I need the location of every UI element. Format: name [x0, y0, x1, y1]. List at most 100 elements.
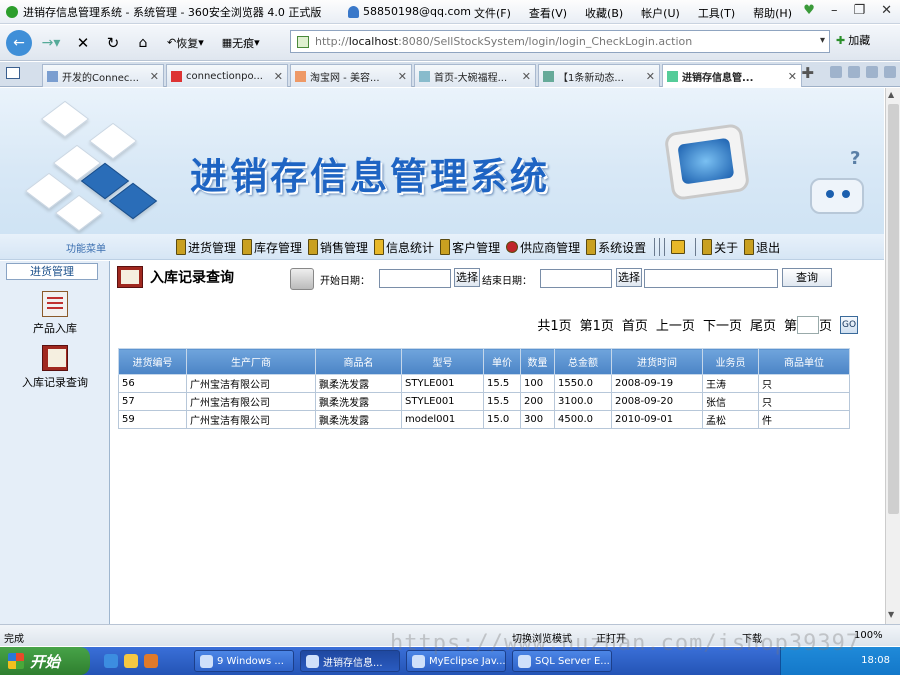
col-header[interactable]: 商品名: [315, 348, 402, 375]
page-scrollbar[interactable]: ▲ ▼: [885, 88, 900, 624]
table-row[interactable]: 57 广州宝洁有限公司 飘柔洗发露 STYLE001 15.5 200 3100…: [118, 392, 850, 411]
tab-close-icon[interactable]: ✕: [274, 70, 283, 83]
page-icon: [297, 35, 309, 48]
tab-5[interactable]: 【1条新动态... ✕: [538, 64, 660, 87]
zoom-level[interactable]: 100%: [854, 630, 883, 641]
toolbar-divider: [664, 238, 666, 256]
toolbar-exit-label: 退出: [756, 240, 781, 255]
scroll-down-icon[interactable]: ▼: [888, 610, 894, 619]
restore-icon[interactable]: ❐: [853, 3, 865, 18]
col-header[interactable]: 进货编号: [118, 348, 187, 375]
col-header[interactable]: 总金额: [554, 348, 612, 375]
tab-close-icon[interactable]: ✕: [522, 70, 531, 83]
toolbar-statistics[interactable]: 信息统计: [374, 237, 434, 257]
pager-last-link[interactable]: 尾页: [750, 315, 776, 334]
download-button[interactable]: 下载: [742, 630, 762, 645]
tab-close-all-icon[interactable]: [884, 66, 896, 78]
printer-icon[interactable]: [290, 268, 314, 290]
menu-favorites[interactable]: 收藏(B): [585, 5, 623, 21]
skin-icon[interactable]: ♥: [803, 3, 815, 18]
menu-view[interactable]: 查看(V): [529, 5, 567, 21]
pager-next-link[interactable]: 下一页: [703, 315, 742, 334]
tab-close-icon[interactable]: ✕: [398, 70, 407, 83]
pager-page-input[interactable]: [796, 315, 819, 334]
menu-tools[interactable]: 工具(T): [698, 5, 735, 21]
menu-help[interactable]: 帮助(H): [753, 5, 792, 21]
task-sqlserver[interactable]: SQL Server E...: [512, 650, 612, 672]
stop-button[interactable]: ✕: [70, 30, 96, 56]
sidebar-item-product-inbound[interactable]: 产品入库: [0, 291, 110, 336]
address-dropdown-icon[interactable]: ▾: [820, 35, 825, 46]
menu-account[interactable]: 帐户(U): [641, 5, 680, 21]
toolbar-edit[interactable]: [671, 237, 687, 257]
col-header[interactable]: 型号: [401, 348, 484, 375]
keyword-input[interactable]: [644, 269, 778, 288]
toolbar-purchase[interactable]: 进货管理: [176, 237, 236, 257]
tab-scroll-left-icon[interactable]: [830, 66, 842, 78]
menu-file[interactable]: 文件(F): [474, 5, 511, 21]
task-windows[interactable]: 9 Windows ...: [194, 650, 294, 672]
private-mode-button[interactable]: ▦ 无痕 ▾: [215, 30, 267, 56]
toolbar-divider: [695, 238, 697, 256]
ie-icon[interactable]: [104, 654, 118, 668]
scrollbar-thumb[interactable]: [888, 104, 899, 514]
task-browser[interactable]: 进销存信息...: [300, 650, 400, 672]
clock[interactable]: 18:08: [861, 655, 890, 666]
pager-first-link[interactable]: 首页: [622, 315, 648, 334]
col-header[interactable]: 单价: [483, 348, 521, 375]
toolbar-settings[interactable]: 系统设置: [586, 237, 646, 257]
sidebar-header[interactable]: 进货管理: [6, 263, 98, 280]
close-icon[interactable]: ✕: [881, 3, 892, 18]
minimize-icon[interactable]: –: [831, 3, 838, 18]
pager-prev-link[interactable]: 上一页: [656, 315, 695, 334]
tab-close-icon[interactable]: ✕: [646, 70, 655, 83]
toolbar-sales[interactable]: 销售管理: [308, 237, 368, 257]
col-header[interactable]: 生产厂商: [186, 348, 316, 375]
query-button[interactable]: 查询: [782, 268, 832, 287]
sidebar-item-inbound-query[interactable]: 入库记录查询: [0, 345, 110, 390]
table-row[interactable]: 56 广州宝洁有限公司 飘柔洗发露 STYLE001 15.5 100 1550…: [118, 374, 850, 393]
scroll-up-icon[interactable]: ▲: [888, 90, 894, 99]
col-header[interactable]: 进货时间: [611, 348, 703, 375]
refresh-button[interactable]: ↻: [100, 30, 126, 56]
toolbar-exit[interactable]: 退出: [744, 237, 780, 257]
restore-button[interactable]: ↶ 恢复 ▾: [160, 30, 211, 56]
tab-4[interactable]: 首页-大碗福程... ✕: [414, 64, 536, 87]
tab-close-icon[interactable]: ✕: [150, 70, 159, 83]
start-button[interactable]: 开始: [0, 647, 90, 675]
start-date-input[interactable]: [379, 269, 451, 288]
tab-close-icon[interactable]: ✕: [788, 70, 797, 83]
pager-go-button[interactable]: GO: [840, 315, 858, 334]
firefox-icon[interactable]: [144, 654, 158, 668]
end-date-choose-button[interactable]: 选择: [616, 268, 642, 287]
toolbar-about[interactable]: 关于: [702, 237, 738, 257]
toolbar-suppliers[interactable]: 供应商管理: [506, 237, 580, 257]
new-tab-icon[interactable]: ✚: [801, 66, 814, 81]
add-favorite-button[interactable]: ✚ 加藏: [836, 32, 870, 48]
tab-scroll-right-icon[interactable]: [848, 66, 860, 78]
tab-6-active[interactable]: 进销存信息管... ✕: [662, 64, 802, 87]
table-row[interactable]: 59 广州宝洁有限公司 飘柔洗发露 model001 15.0 300 4500…: [118, 410, 850, 429]
tab-list-icon[interactable]: [6, 67, 20, 79]
forward-button[interactable]: →▾: [36, 30, 66, 56]
toolbar-customers[interactable]: 客户管理: [440, 237, 500, 257]
task-myeclipse[interactable]: MyEclipse Jav...: [406, 650, 506, 672]
toolbar-inventory[interactable]: 库存管理: [242, 237, 302, 257]
home-button[interactable]: ⌂: [130, 30, 156, 56]
switch-mode-button[interactable]: 切换浏览模式: [512, 630, 572, 645]
back-button[interactable]: ←: [6, 29, 32, 56]
end-date-input[interactable]: [540, 269, 612, 288]
start-date-choose-button[interactable]: 选择: [454, 268, 480, 287]
cell-price: 15.5: [483, 392, 521, 411]
col-header[interactable]: 商品单位: [758, 348, 850, 375]
col-header[interactable]: 数量: [520, 348, 555, 375]
folder-icon[interactable]: [124, 654, 138, 668]
tab-1[interactable]: 开发的Connec... ✕: [42, 64, 164, 87]
user-account[interactable]: 58850198@qq.com: [348, 5, 471, 18]
address-bar[interactable]: http://localhost:8080/SellStockSystem/lo…: [290, 30, 830, 53]
col-header[interactable]: 业务员: [702, 348, 759, 375]
start-date-label: 开始日期：: [320, 276, 370, 287]
tab-2[interactable]: connectionpo... ✕: [166, 64, 288, 87]
tab-3[interactable]: 淘宝网 - 美容... ✕: [290, 64, 412, 87]
tab-menu-icon[interactable]: [866, 66, 878, 78]
